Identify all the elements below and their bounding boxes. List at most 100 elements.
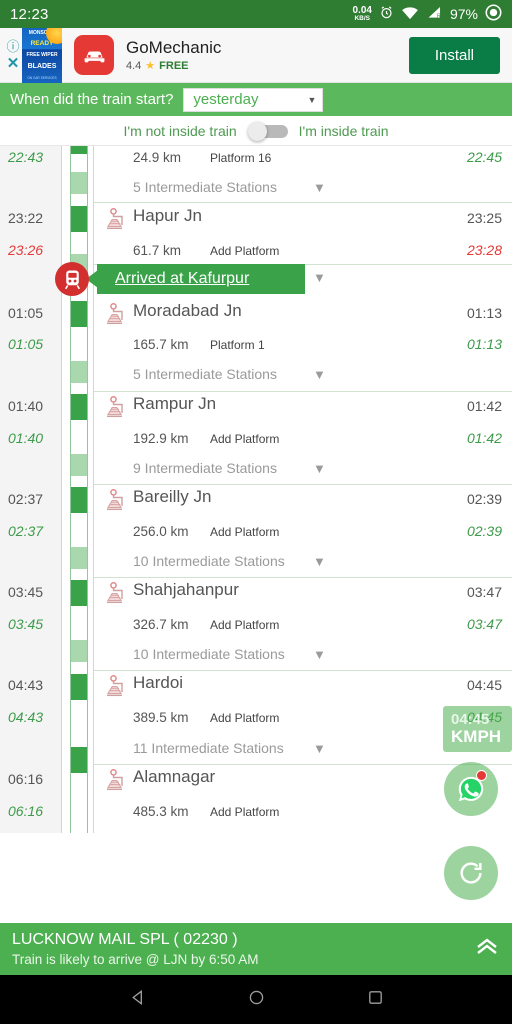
ad-subtitle: 4.4 ★ FREE — [126, 59, 221, 73]
intermediate-stations-label[interactable]: 10 Intermediate Stations — [133, 553, 285, 569]
ad-close-icon[interactable]: ✕ — [7, 56, 20, 71]
intermediate-stations-label[interactable]: 5 Intermediate Stations — [133, 366, 277, 382]
svg-text:R: R — [437, 14, 441, 20]
add-platform-button[interactable]: Add Platform — [210, 711, 279, 725]
station-name: Bareilly Jn — [133, 487, 212, 506]
station-icon — [105, 396, 131, 420]
ad-app-icon[interactable] — [74, 35, 114, 75]
track-segment — [71, 172, 87, 194]
distance-label: 326.7 km — [133, 617, 189, 632]
station-icon — [105, 769, 131, 793]
current-position-banner[interactable]: Arrived at Kafurpur ▼ — [0, 262, 512, 296]
chevron-down-icon[interactable]: ▼ — [313, 554, 326, 569]
add-platform-button[interactable]: Add Platform — [210, 618, 279, 632]
train-name-number: LUCKNOW MAIL SPL ( 02230 ) — [12, 931, 238, 948]
distance-label: 256.0 km — [133, 524, 189, 539]
inside-train-switch[interactable] — [247, 121, 288, 141]
distance-label: 61.7 km — [133, 243, 182, 258]
back-icon[interactable] — [128, 988, 147, 1012]
expand-up-icon[interactable] — [474, 936, 500, 962]
whatsapp-share-button[interactable] — [444, 762, 498, 816]
alarm-icon — [379, 5, 394, 23]
ad-thumbnail[interactable]: MONSOON READY FREE WIPER BLADES ON CAR S… — [22, 27, 62, 83]
scheduled-departure: 03:47 — [466, 584, 502, 600]
intermediate-stations-label[interactable]: 5 Intermediate Stations — [133, 179, 277, 195]
add-platform-button[interactable]: Add Platform — [210, 244, 279, 258]
row-divider — [94, 391, 512, 392]
inside-train-toggle-row: I'm not inside train I'm inside train — [0, 116, 512, 146]
list-divider — [93, 146, 94, 833]
actual-arrival: 01:05 — [8, 336, 44, 352]
scheduled-arrival: 01:40 — [8, 398, 44, 414]
row-divider — [94, 577, 512, 578]
platform-label[interactable]: Platform 1 — [210, 338, 265, 352]
row-divider — [94, 670, 512, 671]
actual-arrival: 02:37 — [8, 523, 44, 539]
network-speed-indicator: 0.04 KB/S — [353, 5, 372, 23]
actual-departure: 23:28 — [466, 242, 502, 258]
ad-banner[interactable]: ⓘ ✕ MONSOON READY FREE WIPER BLADES ON C… — [0, 27, 512, 83]
battery-percent-label: 97% — [449, 6, 478, 22]
scheduled-departure: 04:45 — [466, 677, 502, 693]
arrived-banner-text: Arrived at Kafurpur — [115, 270, 250, 287]
distance-label: 192.9 km — [133, 431, 189, 446]
battery-icon — [485, 4, 502, 24]
station-name: Hardoi — [133, 673, 184, 692]
android-navigation-bar — [0, 975, 512, 1024]
chevron-down-icon[interactable]: ▼ — [313, 270, 326, 285]
track-segment — [71, 547, 87, 569]
chevron-down-icon[interactable]: ▼ — [313, 647, 326, 662]
add-platform-button[interactable]: Add Platform — [210, 805, 279, 819]
station-name: Shahjahanpur — [133, 580, 239, 599]
actual-departure: 02:39 — [466, 523, 502, 539]
track-segment — [71, 487, 87, 513]
trip-start-label: When did the train start? — [10, 91, 174, 108]
scheduled-arrival: 23:22 — [8, 210, 44, 226]
refresh-button[interactable] — [444, 846, 498, 900]
actual-arrival: 23:26 — [8, 242, 44, 258]
journey-track — [70, 146, 88, 833]
recents-icon[interactable] — [366, 988, 385, 1012]
actual-arrival: 01:40 — [8, 430, 44, 446]
chevron-down-icon[interactable]: ▼ — [313, 367, 326, 382]
add-platform-button[interactable]: Add Platform — [210, 432, 279, 446]
track-segment — [71, 454, 87, 476]
chevron-down-icon[interactable]: ▼ — [313, 180, 326, 195]
intermediate-stations-label[interactable]: 10 Intermediate Stations — [133, 646, 285, 662]
row-divider — [94, 484, 512, 485]
station-icon — [105, 208, 131, 232]
home-icon[interactable] — [247, 988, 266, 1012]
trip-start-select[interactable]: yesterday ▼ — [183, 87, 324, 112]
intermediate-stations-label[interactable]: 9 Intermediate Stations — [133, 460, 277, 476]
speed-widget[interactable]: 04:45 KMPH — [443, 706, 512, 752]
track-segment — [71, 146, 87, 154]
actual-arrival: 03:45 — [8, 616, 44, 632]
chevron-down-icon[interactable]: ▼ — [313, 461, 326, 476]
distance-label: 24.9 km — [133, 150, 182, 165]
train-summary-bar[interactable]: LUCKNOW MAIL SPL ( 02230 ) Train is like… — [0, 923, 512, 975]
row-divider — [94, 764, 512, 765]
speed-unit: KMPH — [451, 726, 502, 746]
network-speed-unit: KB/S — [354, 14, 370, 22]
station-name: Alamnagar — [133, 767, 216, 786]
ad-install-button[interactable]: Install — [408, 36, 500, 74]
chevron-down-icon[interactable]: ▼ — [313, 741, 326, 756]
switch-knob[interactable] — [247, 121, 267, 141]
refresh-icon — [460, 862, 482, 884]
add-platform-button[interactable]: Add Platform — [210, 525, 279, 539]
toggle-label-inside: I'm inside train — [298, 122, 389, 139]
ad-free-label: FREE — [159, 59, 189, 72]
trip-start-query-bar: When did the train start? yesterday ▼ — [0, 83, 512, 116]
intermediate-stations-label[interactable]: 11 Intermediate Stations — [133, 740, 284, 756]
actual-departure-right: 22:45 — [466, 149, 502, 165]
distance-label: 389.5 km — [133, 710, 189, 725]
ad-marks: ⓘ ✕ — [0, 28, 22, 82]
station-schedule-list[interactable]: 22:43 24.9 km Platform 16 22:45 5 Interm… — [0, 146, 512, 833]
ad-info-icon[interactable]: ⓘ — [6, 40, 19, 53]
arrived-banner-bar[interactable]: Arrived at Kafurpur — [97, 264, 305, 294]
ad-thumb-line4: BLADES — [27, 63, 57, 71]
actual-arrival-left: 22:43 — [8, 149, 44, 165]
scheduled-departure: 02:39 — [466, 491, 502, 507]
train-icon — [64, 269, 80, 289]
scheduled-arrival: 02:37 — [8, 491, 44, 507]
